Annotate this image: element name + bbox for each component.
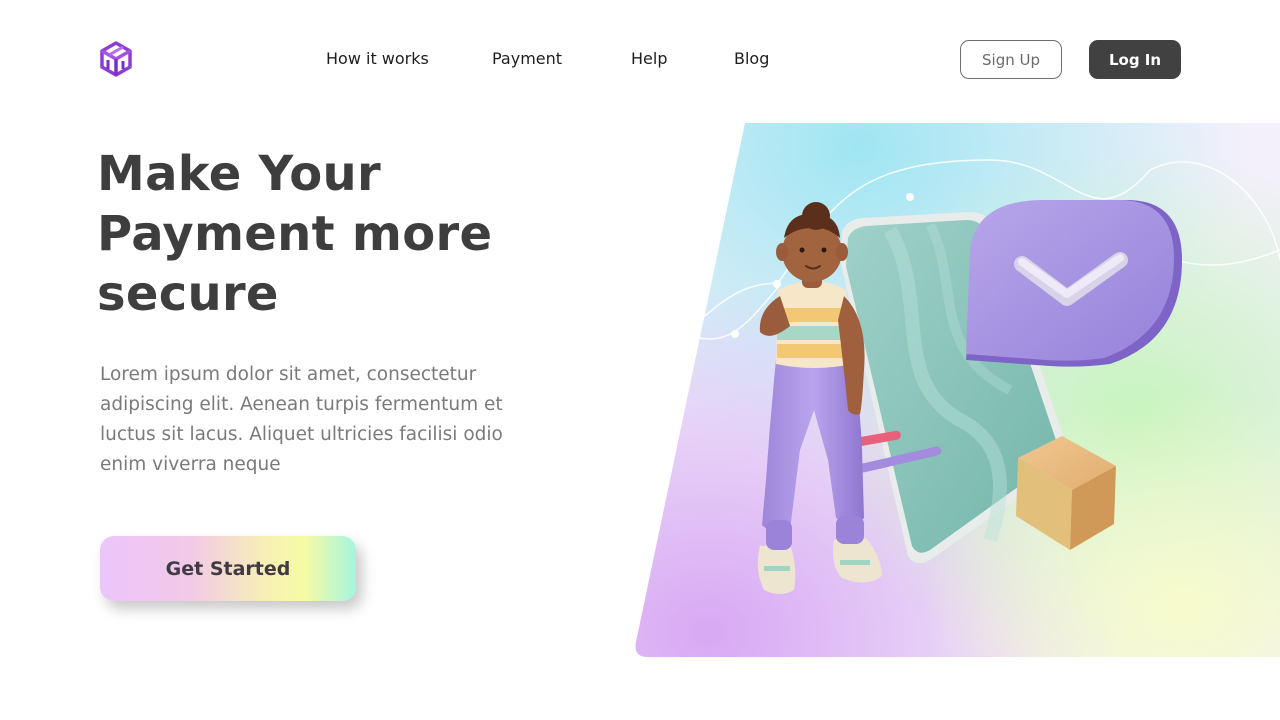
hero-illustration-canvas [635,123,1280,657]
sign-up-button[interactable]: Sign Up [960,40,1062,79]
checkmark-bubble-icon [966,200,1182,367]
log-in-button[interactable]: Log In [1089,40,1181,79]
get-started-button[interactable]: Get Started [100,536,356,601]
hero-headline: Make Your Payment more secure [97,144,577,324]
nav-payment[interactable]: Payment [492,49,562,68]
cube-logo-icon[interactable] [97,40,135,78]
hero-description: Lorem ipsum dolor sit amet, consectetur … [100,364,503,475]
nav-blog[interactable]: Blog [734,49,769,68]
nav-help[interactable]: Help [631,49,667,68]
headline-line-3: secure [97,266,279,322]
headline-line-2: Payment more [97,206,493,262]
headline-line-1: Make Your [97,146,381,202]
nav-how-it-works[interactable]: How it works [326,49,429,68]
hero-illustration [630,120,1280,660]
